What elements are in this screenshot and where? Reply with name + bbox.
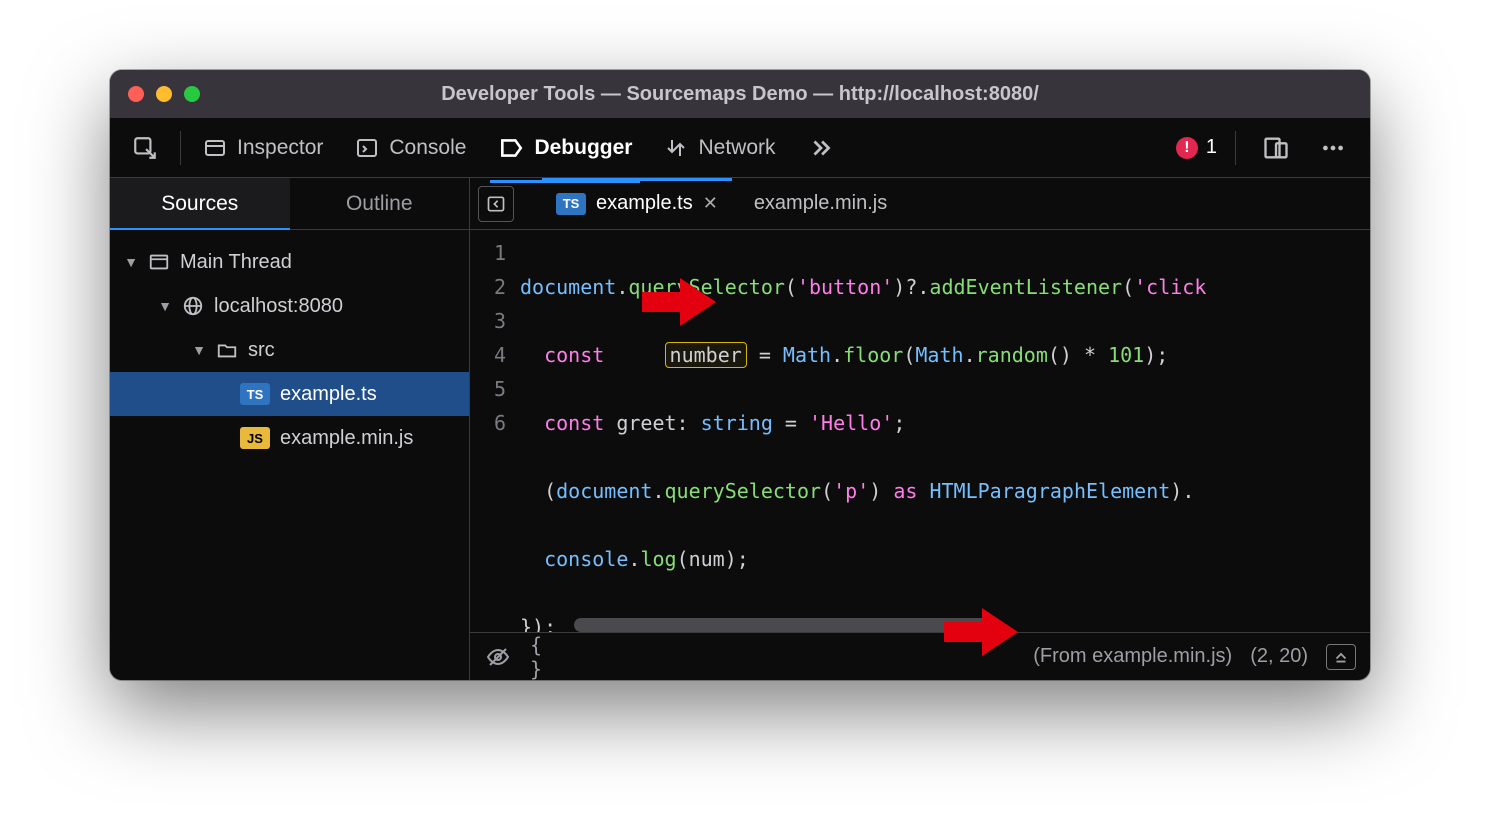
line-number-gutter: 1 2 3 4 5 6 xyxy=(470,230,520,632)
traffic-lights xyxy=(128,86,200,102)
tab-network[interactable]: Network xyxy=(650,128,789,168)
folder-icon xyxy=(216,339,238,361)
statusbar: { } (From example.min.js) (2, 20) xyxy=(470,632,1370,680)
console-icon xyxy=(355,136,379,160)
cursor-position: (2, 20) xyxy=(1250,645,1308,668)
window-icon xyxy=(148,251,170,273)
collapse-left-icon xyxy=(486,194,506,214)
tree-file-example-ts[interactable]: TS example.ts xyxy=(110,372,469,416)
toolbar: Inspector Console Debugger Network xyxy=(110,118,1370,178)
close-tab-button[interactable]: ✕ xyxy=(703,193,718,214)
titlebar: Developer Tools — Sourcemaps Demo — http… xyxy=(110,70,1370,118)
sidebar-tab-sources[interactable]: Sources xyxy=(110,178,290,229)
ts-file-icon: TS xyxy=(556,193,586,215)
tree-label: localhost:8080 xyxy=(214,295,343,318)
editor-pane: TS example.ts ✕ example.min.js 1 2 3 4 5… xyxy=(470,178,1370,680)
toolbar-separator xyxy=(1235,131,1236,165)
tab-label: Inspector xyxy=(237,136,323,160)
tree-label: example.ts xyxy=(280,383,377,406)
toolbar-separator xyxy=(180,131,181,165)
sidebar: Sources Outline ▼ Main Thread ▼ xyxy=(110,178,470,680)
globe-icon xyxy=(182,295,204,317)
error-icon: ! xyxy=(1176,137,1198,159)
overflow-tabs-button[interactable] xyxy=(794,127,848,169)
js-file-icon: JS xyxy=(240,427,270,449)
pick-element-button[interactable] xyxy=(118,127,172,169)
tree-folder-src[interactable]: ▼ src xyxy=(110,328,469,372)
toggle-sidebar-button[interactable] xyxy=(478,186,514,222)
tab-label: Console xyxy=(389,136,466,160)
tab-debugger[interactable]: Debugger xyxy=(484,127,646,169)
tree-main-thread[interactable]: ▼ Main Thread xyxy=(110,240,469,284)
tab-label: Sources xyxy=(161,192,238,216)
editor-tab-example-min-js[interactable]: example.min.js xyxy=(740,178,901,229)
code-content[interactable]: document.querySelector('button')?.addEve… xyxy=(520,230,1370,632)
tree-host[interactable]: ▼ localhost:8080 xyxy=(110,284,469,328)
tab-label: Network xyxy=(698,136,775,160)
window-title: Developer Tools — Sourcemaps Demo — http… xyxy=(110,83,1370,106)
editor-tabs: TS example.ts ✕ example.min.js xyxy=(470,178,1370,230)
chevron-double-right-icon xyxy=(808,135,834,161)
responsive-mode-button[interactable] xyxy=(1254,126,1298,170)
chevron-down-icon: ▼ xyxy=(124,254,138,270)
code-editor[interactable]: 1 2 3 4 5 6 document.querySelector('butt… xyxy=(470,230,1370,632)
tab-label: Outline xyxy=(346,192,413,216)
chevron-down-icon: ▼ xyxy=(158,298,172,314)
kebab-menu-button[interactable] xyxy=(1312,127,1354,169)
inspector-icon xyxy=(203,136,227,160)
sidebar-tab-outline[interactable]: Outline xyxy=(290,178,470,229)
tree-label: src xyxy=(248,339,275,362)
minimize-window-button[interactable] xyxy=(156,86,172,102)
blackbox-button[interactable] xyxy=(484,643,512,671)
toolbar-right: ! 1 xyxy=(1176,126,1362,170)
tab-inspector[interactable]: Inspector xyxy=(189,128,337,168)
jump-button[interactable] xyxy=(1326,644,1356,670)
network-icon xyxy=(664,136,688,160)
devtools-window: Developer Tools — Sourcemaps Demo — http… xyxy=(110,70,1370,680)
horizontal-scrollbar[interactable] xyxy=(574,618,994,632)
pick-element-icon xyxy=(132,135,158,161)
tree-label: Main Thread xyxy=(180,251,292,274)
chevron-down-icon: ▼ xyxy=(192,342,206,358)
tab-label: example.ts xyxy=(596,192,693,215)
error-count: 1 xyxy=(1206,136,1217,159)
source-mapped-from: (From example.min.js) xyxy=(1033,645,1232,668)
error-count-badge[interactable]: ! 1 xyxy=(1176,136,1217,159)
source-tree: ▼ Main Thread ▼ localhost:8080 ▼ xyxy=(110,230,469,460)
tab-console[interactable]: Console xyxy=(341,128,480,168)
debugger-icon xyxy=(498,135,524,161)
kebab-icon xyxy=(1320,135,1346,161)
pretty-print-button[interactable]: { } xyxy=(530,643,558,671)
tree-label: example.min.js xyxy=(280,427,413,450)
braces-icon: { } xyxy=(530,633,558,681)
hover-token-number: number xyxy=(665,342,747,368)
close-window-button[interactable] xyxy=(128,86,144,102)
ts-file-icon: TS xyxy=(240,383,270,405)
tab-label: example.min.js xyxy=(754,192,887,215)
main-body: Sources Outline ▼ Main Thread ▼ xyxy=(110,178,1370,680)
editor-tab-example-ts[interactable]: TS example.ts ✕ xyxy=(542,178,732,229)
zoom-window-button[interactable] xyxy=(184,86,200,102)
devices-icon xyxy=(1262,134,1290,162)
tree-file-example-min-js[interactable]: JS example.min.js xyxy=(110,416,469,460)
tab-label: Debugger xyxy=(534,136,632,160)
sidebar-tabs: Sources Outline xyxy=(110,178,469,230)
